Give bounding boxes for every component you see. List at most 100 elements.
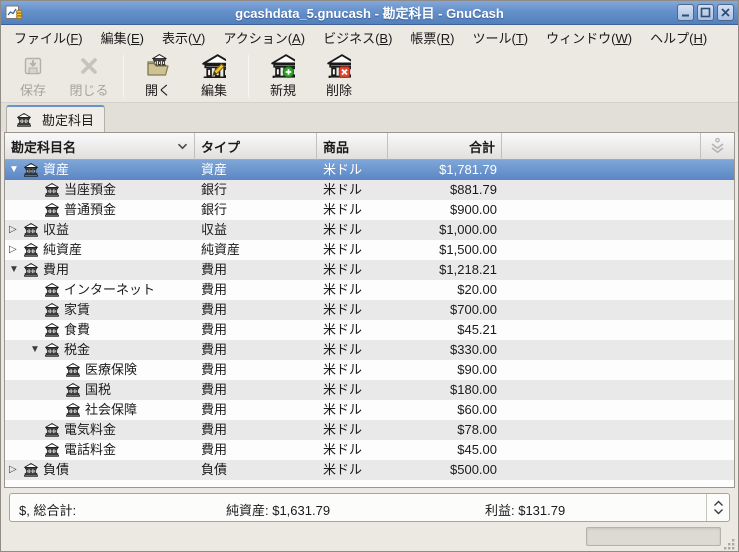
account-row[interactable]: 当座預金銀行米ドル$881.79 <box>5 180 734 200</box>
expander-icon[interactable]: ▷ <box>9 220 24 240</box>
account-name: 国税 <box>85 380 111 400</box>
new-account-button[interactable]: 新規 <box>255 53 311 99</box>
account-name-cell: 当座預金 <box>5 180 195 200</box>
account-total: $330.00 <box>388 340 502 360</box>
row-filler <box>502 400 734 420</box>
account-name-cell: インターネット <box>5 280 195 300</box>
titlebar[interactable]: gcashdata_5.gnucash - 勘定科目 - GnuCash <box>1 1 738 25</box>
account-total: $20.00 <box>388 280 502 300</box>
row-filler <box>502 260 734 280</box>
expander-icon[interactable]: ▷ <box>9 460 24 480</box>
toolbar-separator <box>248 55 249 97</box>
account-name: 純資産 <box>43 240 82 260</box>
menu-reports[interactable]: 帳票(R) <box>401 25 463 50</box>
row-filler <box>502 340 734 360</box>
menu-view[interactable]: 表示(V) <box>153 25 214 50</box>
close-tab-icon <box>77 54 101 78</box>
open-account-button[interactable]: 開く <box>130 53 186 99</box>
account-type: 費用 <box>195 320 317 340</box>
row-filler <box>502 180 734 200</box>
row-filler <box>502 460 734 480</box>
column-header-type[interactable]: タイプ <box>195 133 317 160</box>
account-row[interactable]: ▷収益収益米ドル$1,000.00 <box>5 220 734 240</box>
expander-icon[interactable]: ▼ <box>30 340 45 360</box>
delete-account-button[interactable]: 削除 <box>311 53 367 99</box>
bank-icon <box>45 203 59 217</box>
account-total: $881.79 <box>388 180 502 200</box>
row-filler <box>502 360 734 380</box>
column-header-account-name[interactable]: 勘定科目名 <box>5 133 195 160</box>
account-name: 当座預金 <box>64 180 116 200</box>
toolbar-separator <box>123 55 124 97</box>
row-filler <box>502 380 734 400</box>
edit-account-button[interactable]: 編集 <box>186 53 242 99</box>
menu-windows[interactable]: ウィンドウ(W) <box>537 25 641 50</box>
column-select-button[interactable] <box>701 133 734 160</box>
account-commodity: 米ドル <box>317 160 388 180</box>
account-name: インターネット <box>64 280 155 300</box>
column-header-commodity[interactable]: 商品 <box>317 133 388 160</box>
minimize-button[interactable] <box>677 4 694 21</box>
account-row[interactable]: 普通預金銀行米ドル$900.00 <box>5 200 734 220</box>
account-name: 医療保険 <box>85 360 137 380</box>
account-row[interactable]: 家賃費用米ドル$700.00 <box>5 300 734 320</box>
bank-icon <box>17 113 31 127</box>
bank-icon <box>24 263 38 277</box>
account-row[interactable]: 電気料金費用米ドル$78.00 <box>5 420 734 440</box>
expander-icon[interactable]: ▼ <box>9 160 24 180</box>
account-commodity: 米ドル <box>317 180 388 200</box>
save-button-label: 保存 <box>20 80 46 99</box>
edit-account-icon <box>202 54 226 78</box>
menubar: ファイル(F) 編集(E) 表示(V) アクション(A) ビジネス(B) 帳票(… <box>1 25 738 49</box>
close-button[interactable] <box>717 4 734 21</box>
resize-grip[interactable] <box>723 538 736 551</box>
account-name-cell: 社会保障 <box>5 400 195 420</box>
menu-actions[interactable]: アクション(A) <box>214 25 314 50</box>
account-row[interactable]: 電話料金費用米ドル$45.00 <box>5 440 734 460</box>
account-row[interactable]: ▷純資産純資産米ドル$1,500.00 <box>5 240 734 260</box>
menu-help[interactable]: ヘルプ(H) <box>641 25 716 50</box>
account-row[interactable]: インターネット費用米ドル$20.00 <box>5 280 734 300</box>
account-name: 電気料金 <box>64 420 116 440</box>
expander-icon[interactable]: ▷ <box>9 240 24 260</box>
row-filler <box>502 300 734 320</box>
account-total: $45.00 <box>388 440 502 460</box>
accounts-tree: 勘定科目名 タイプ 商品 合計 ▼資産資産米ドル$1,781.79当座預金銀行米… <box>4 132 735 488</box>
account-total: $900.00 <box>388 200 502 220</box>
account-row[interactable]: 医療保険費用米ドル$90.00 <box>5 360 734 380</box>
bank-icon <box>66 363 80 377</box>
expander-icon[interactable]: ▼ <box>9 260 24 280</box>
account-commodity: 米ドル <box>317 440 388 460</box>
tab-accounts[interactable]: 勘定科目 <box>6 105 105 132</box>
menu-file[interactable]: ファイル(F) <box>5 25 92 50</box>
account-name-cell: 食費 <box>5 320 195 340</box>
account-name-cell: ▷ 純資産 <box>5 240 195 260</box>
bank-icon <box>24 223 38 237</box>
account-name: 費用 <box>43 260 69 280</box>
account-type: 費用 <box>195 360 317 380</box>
close-tab-button: 閉じる <box>61 53 117 99</box>
account-row[interactable]: 社会保障費用米ドル$60.00 <box>5 400 734 420</box>
menu-tools[interactable]: ツール(T) <box>464 25 538 50</box>
open-account-icon <box>146 54 170 78</box>
account-name-cell: ▼資産 <box>5 160 195 180</box>
column-header-total[interactable]: 合計 <box>388 133 502 160</box>
account-row[interactable]: ▼税金費用米ドル$330.00 <box>5 340 734 360</box>
menu-edit[interactable]: 編集(E) <box>92 25 153 50</box>
account-type: 費用 <box>195 380 317 400</box>
account-row[interactable]: 食費費用米ドル$45.21 <box>5 320 734 340</box>
account-row[interactable]: 国税費用米ドル$180.00 <box>5 380 734 400</box>
summary-spinner[interactable] <box>706 494 729 521</box>
account-row[interactable]: ▷負債負債米ドル$500.00 <box>5 460 734 480</box>
account-total: $90.00 <box>388 360 502 380</box>
account-commodity: 米ドル <box>317 420 388 440</box>
account-type: 費用 <box>195 300 317 320</box>
maximize-button[interactable] <box>697 4 714 21</box>
account-row[interactable]: ▼費用費用米ドル$1,218.21 <box>5 260 734 280</box>
bank-icon <box>45 183 59 197</box>
menu-business[interactable]: ビジネス(B) <box>314 25 401 50</box>
account-type: 費用 <box>195 440 317 460</box>
row-filler <box>502 320 734 340</box>
account-row[interactable]: ▼資産資産米ドル$1,781.79 <box>5 160 734 180</box>
account-name-cell: 家賃 <box>5 300 195 320</box>
